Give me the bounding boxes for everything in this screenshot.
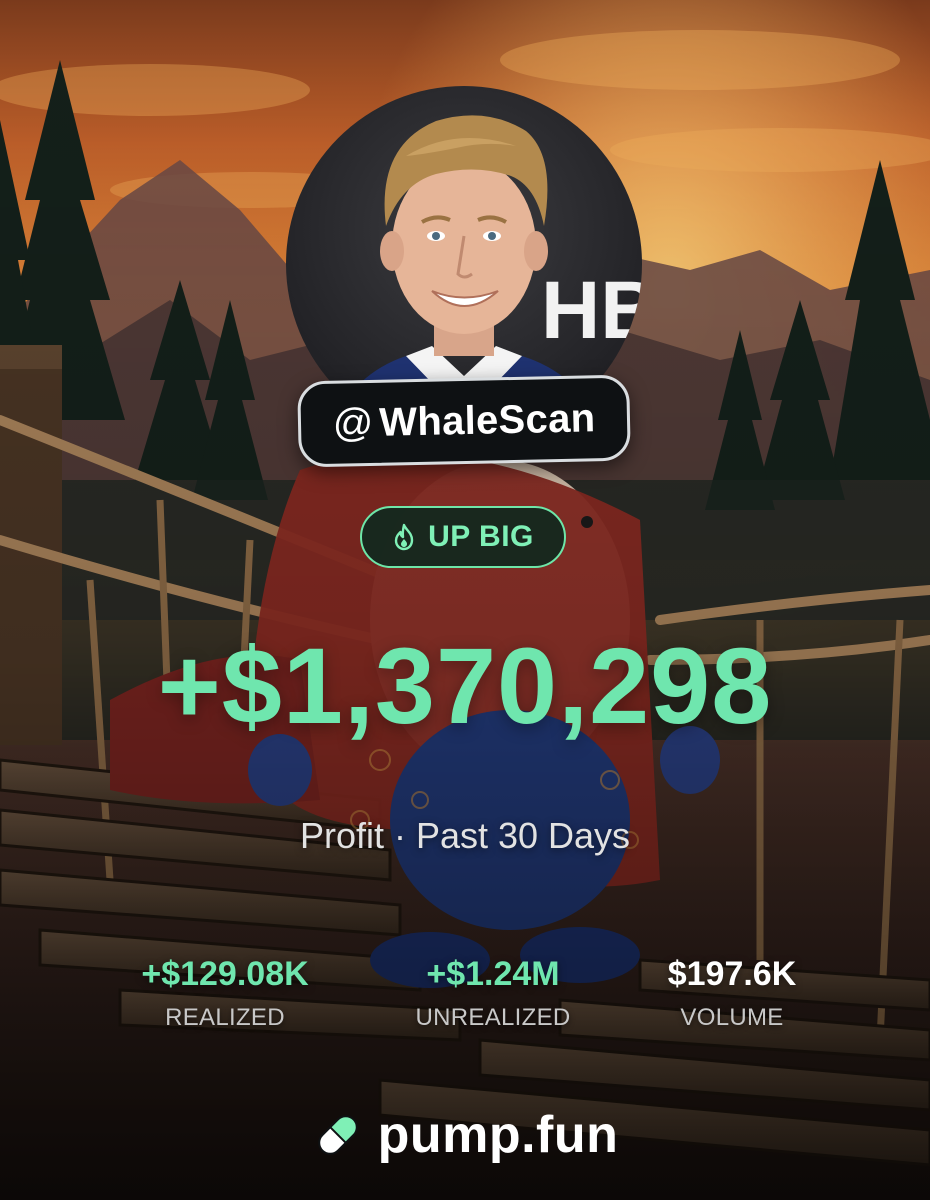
stat-realized: +$129.08K REALIZED [85,952,365,1032]
brand-footer: pump.fun [0,1100,930,1170]
stat-volume: $197.6K VOLUME [592,952,872,1032]
username-pill[interactable]: @ WhaleScan [297,374,631,468]
brand-name: pump.fun [377,1106,619,1164]
pill-logo-icon [317,1115,358,1155]
stat-value: +$129.08K [141,955,309,993]
pnl-card: HB @ WhaleScan UP BIG +$1,370,298 Profit… [0,0,930,1200]
status-badge: UP BIG [360,506,566,568]
username: WhaleScan [378,395,596,445]
stat-value: $197.6K [667,955,797,993]
stat-label: UNREALIZED [415,1004,571,1031]
flame-icon [394,523,414,551]
at-symbol: @ [332,400,374,446]
profit-caption: Profit · Past 30 Days [299,815,631,856]
stat-value: +$1.24M [426,955,560,993]
profit-amount: +$1,370,298 [157,625,773,746]
badge-label: UP BIG [428,520,534,553]
stat-label: REALIZED [165,1004,285,1031]
stat-label: VOLUME [680,1004,784,1031]
stat-unrealized: +$1.24M UNREALIZED [353,952,633,1032]
